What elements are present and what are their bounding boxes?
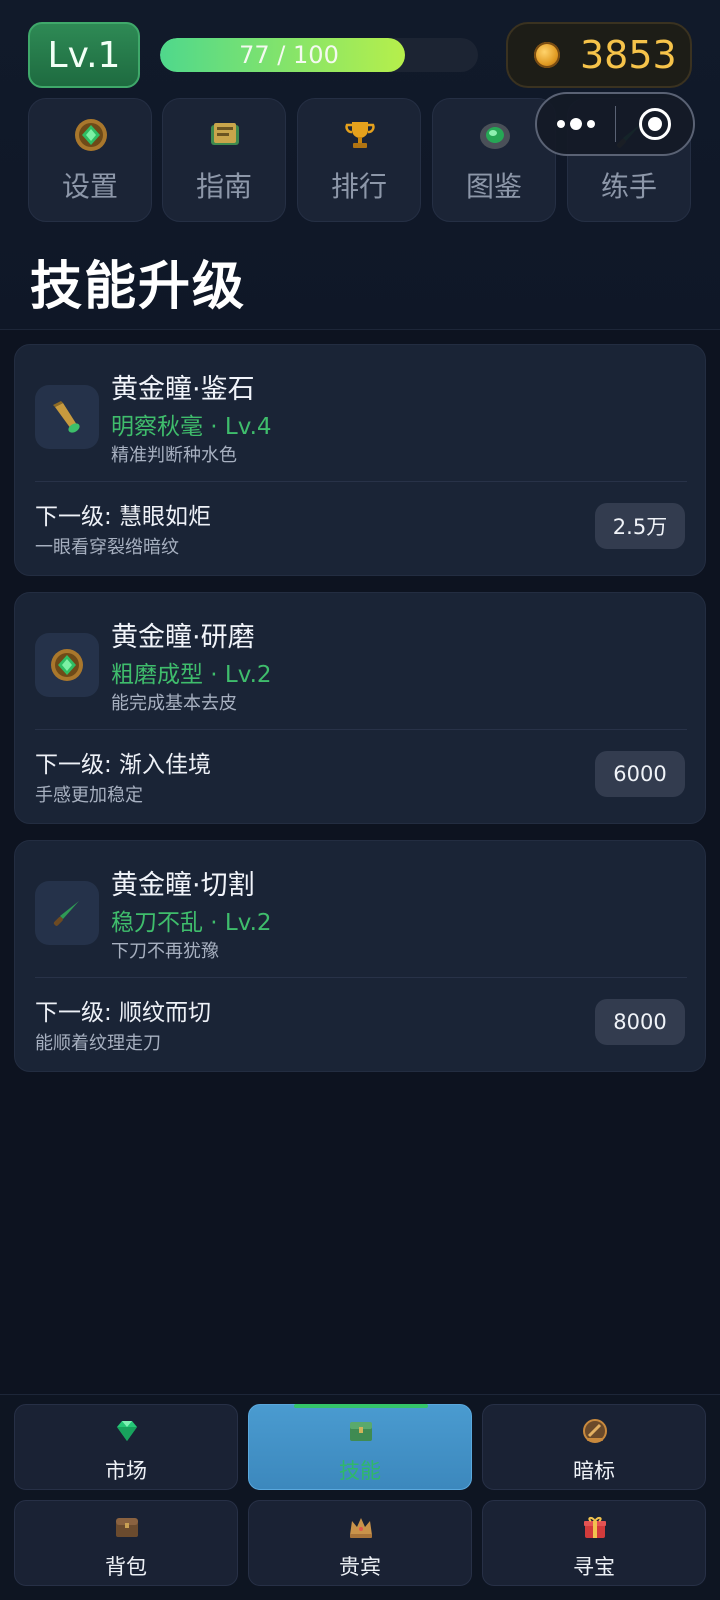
gift-icon (584, 1516, 606, 1538)
coin-icon (534, 42, 560, 68)
jade-medallion-icon (75, 119, 107, 151)
nav-label: 技能 (339, 1459, 381, 1483)
book-icon (211, 123, 239, 145)
bid-icon (583, 1419, 607, 1443)
nav-skills-button[interactable]: 技能 (248, 1404, 472, 1490)
coin-value: 3853 (580, 33, 677, 77)
upgrade-cost-button[interactable]: 2.5万 (595, 503, 685, 549)
menu-ranking-button[interactable]: 排行 (297, 98, 421, 222)
skill-name: 黄金瞳·切割 (111, 870, 255, 901)
xp-progress-text: 77 / 100 (239, 41, 339, 69)
divider (35, 977, 687, 978)
menu-guide-button[interactable]: 指南 (162, 98, 286, 222)
gem-icon (117, 1421, 137, 1441)
trophy-icon (345, 122, 375, 148)
nav-treasure-button[interactable]: 寻宝 (482, 1500, 706, 1586)
next-level-description: 手感更加稳定 (35, 785, 143, 806)
active-tab-indicator (294, 1404, 428, 1408)
menu-label: 图鉴 (465, 170, 522, 203)
next-level-description: 一眼看穿裂绺暗纹 (35, 537, 179, 558)
skill-description: 能完成基本去皮 (111, 693, 237, 714)
mini-program-capsule (535, 92, 695, 156)
skill-card: 黄金瞳·切割 稳刀不乱 · Lv.2 下刀不再犹豫 下一级: 顺纹而切 能顺着纹… (14, 840, 706, 1072)
nav-bid-button[interactable]: 暗标 (482, 1404, 706, 1490)
more-options-icon[interactable] (537, 118, 615, 130)
skill-description: 下刀不再犹豫 (111, 941, 219, 962)
menu-label: 练手 (600, 170, 657, 203)
skill-description: 精准判断种水色 (111, 445, 237, 466)
close-mini-program-icon[interactable] (616, 108, 693, 140)
xp-progress-bar: 77 / 100 (160, 38, 478, 72)
nav-label: 寻宝 (573, 1555, 615, 1579)
skill-chest-icon (350, 1422, 372, 1441)
skill-thumb (35, 633, 99, 697)
flashlight-icon (53, 401, 80, 433)
skill-name: 黄金瞳·研磨 (111, 622, 255, 653)
skill-level: 明察秋毫 · Lv.4 (111, 414, 272, 440)
top-header: Lv.1 77 / 100 3853 设置 指南 排行 图鉴 练手 技能升级 (0, 0, 720, 330)
next-level-title: 下一级: 慧眼如炬 (35, 504, 212, 530)
menu-label: 设置 (61, 170, 118, 203)
upgrade-cost-button[interactable]: 8000 (595, 999, 685, 1045)
skill-thumb (35, 385, 99, 449)
nav-backpack-button[interactable]: 背包 (14, 1500, 238, 1586)
crown-icon (350, 1518, 372, 1538)
page-title: 技能升级 (30, 257, 247, 317)
menu-settings-button[interactable]: 设置 (28, 98, 152, 222)
knife-icon (53, 901, 79, 926)
divider (35, 729, 687, 730)
next-level-title: 下一级: 渐入佳境 (35, 752, 212, 778)
divider (35, 481, 687, 482)
coin-balance[interactable]: 3853 (506, 22, 692, 88)
skill-level: 稳刀不乱 · Lv.2 (111, 910, 272, 936)
player-level-badge[interactable]: Lv.1 (28, 22, 140, 88)
jade-stone-icon (480, 123, 510, 149)
menu-label: 排行 (330, 170, 387, 203)
skill-card: 黄金瞳·鉴石 明察秋毫 · Lv.4 精准判断种水色 下一级: 慧眼如炬 一眼看… (14, 344, 706, 576)
nav-label: 贵宾 (339, 1555, 381, 1579)
menu-label: 指南 (195, 170, 252, 203)
skill-name: 黄金瞳·鉴石 (111, 374, 255, 405)
nav-vip-button[interactable]: 贵宾 (248, 1500, 472, 1586)
next-level-description: 能顺着纹理走刀 (35, 1033, 161, 1054)
jade-medallion-icon (51, 649, 83, 681)
nav-label: 背包 (105, 1555, 147, 1579)
backpack-chest-icon (116, 1518, 138, 1537)
skill-thumb (35, 881, 99, 945)
next-level-title: 下一级: 顺纹而切 (35, 1000, 212, 1026)
nav-label: 暗标 (573, 1459, 615, 1483)
nav-market-button[interactable]: 市场 (14, 1404, 238, 1490)
skill-card: 黄金瞳·研磨 粗磨成型 · Lv.2 能完成基本去皮 下一级: 渐入佳境 手感更… (14, 592, 706, 824)
nav-label: 市场 (105, 1459, 147, 1483)
upgrade-cost-button[interactable]: 6000 (595, 751, 685, 797)
skill-level: 粗磨成型 · Lv.2 (111, 662, 272, 688)
